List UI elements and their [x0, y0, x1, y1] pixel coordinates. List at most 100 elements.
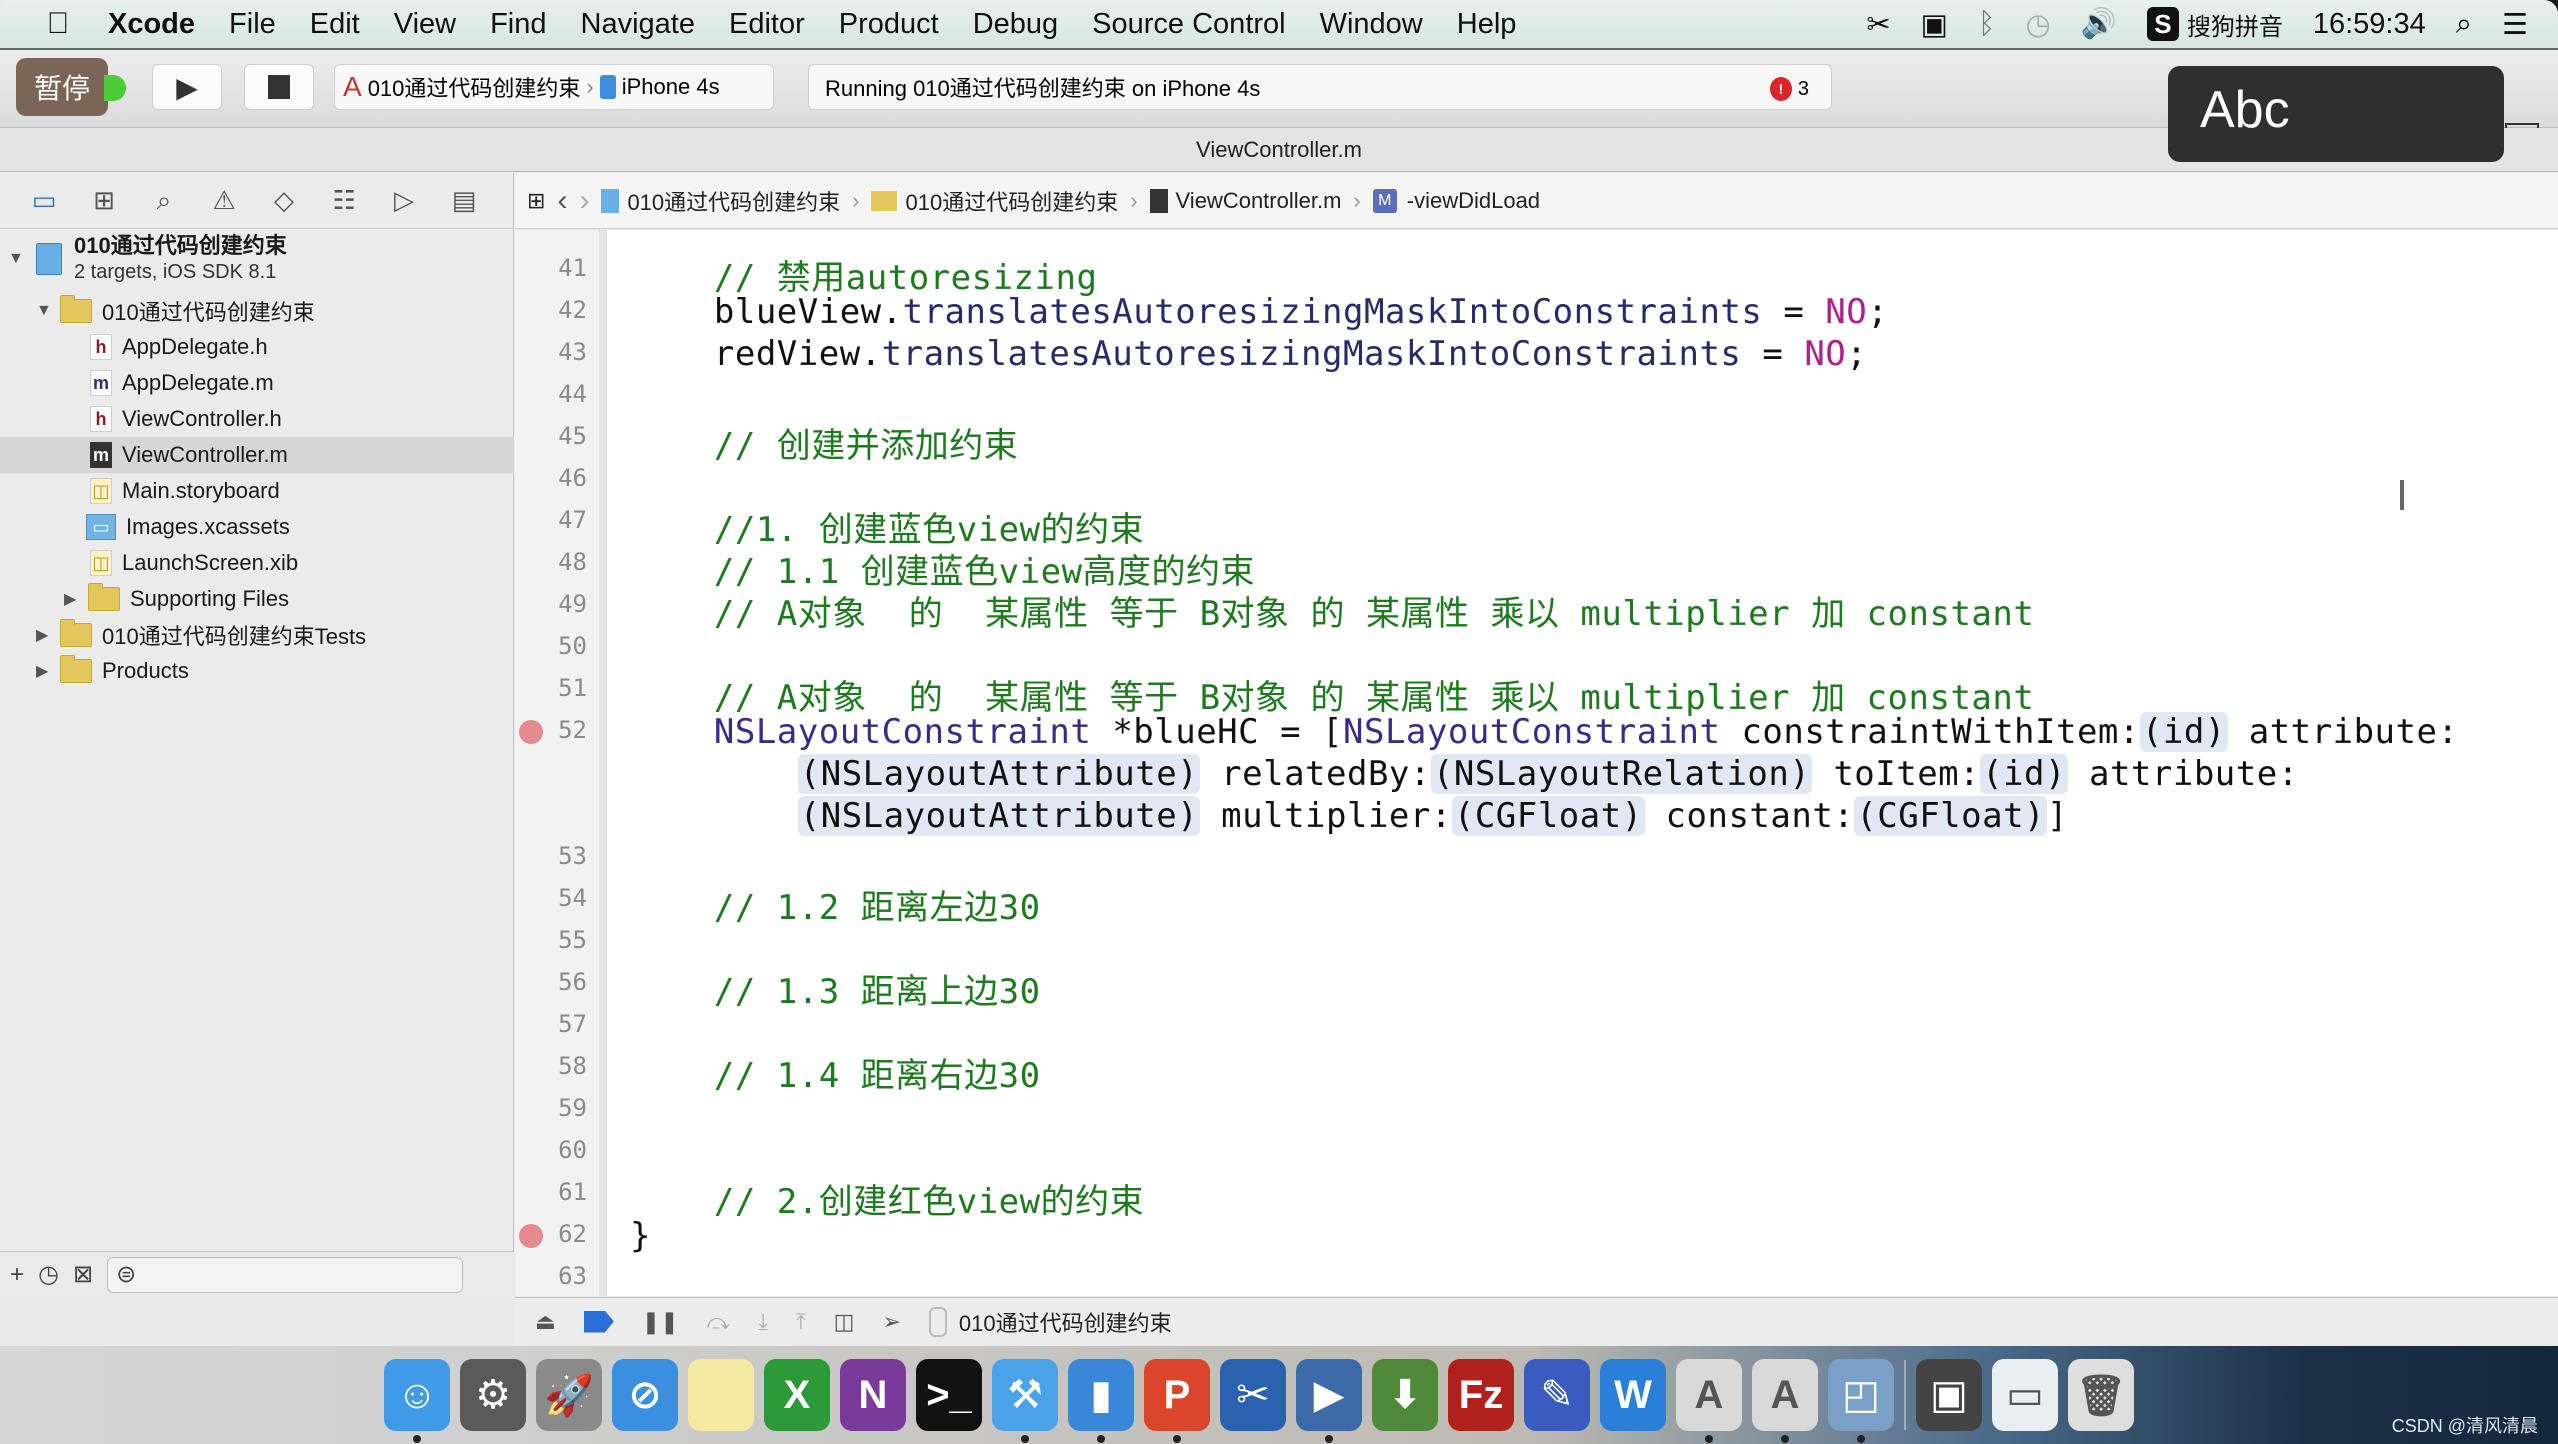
line-number[interactable]: 56 [515, 968, 587, 996]
menu-source-control[interactable]: Source Control [1092, 8, 1285, 41]
line-number[interactable]: 55 [515, 926, 587, 954]
warning-icon[interactable]: ⚠ [208, 185, 240, 217]
line-number[interactable]: 48 [515, 548, 587, 576]
menu-view[interactable]: View [394, 8, 456, 41]
breadcrumb-method[interactable]: M -viewDidLoad [1372, 188, 1540, 214]
code-line[interactable]: // 1.3 距离上边30 [630, 964, 1041, 1013]
input-method-menu[interactable]: S 搜狗拼音 [2146, 7, 2283, 42]
menu-help[interactable]: Help [1457, 8, 1517, 41]
code-line[interactable]: (NSLayoutAttribute) relatedBy:(NSLayoutR… [630, 754, 2299, 794]
menu-debug[interactable]: Debug [973, 8, 1058, 41]
dock-app-pencil[interactable]: ✎ [1524, 1359, 1590, 1431]
pause-icon[interactable]: ❚❚ [642, 1309, 679, 1335]
dock-app-excel[interactable]: X [764, 1359, 830, 1431]
search-icon[interactable]: ⌕ [148, 185, 180, 217]
dock-app-simulator[interactable]: ▮ [1068, 1359, 1134, 1443]
dock-app-system-preferences[interactable]: ⚙ [460, 1359, 526, 1431]
tree-item-products[interactable]: ▶ Products [0, 653, 514, 689]
tree-item-group-main[interactable]: ▼ 010通过代码创建约束 [0, 293, 514, 329]
add-icon[interactable]: + [10, 1261, 24, 1289]
menu-window[interactable]: Window [1320, 8, 1423, 41]
dock-app-instruments[interactable]: A [1676, 1359, 1742, 1443]
disclosure-open-icon[interactable]: ▼ [8, 250, 24, 268]
dock-app-launchpad[interactable]: 🚀 [536, 1359, 602, 1431]
hide-debug-area-icon[interactable]: ⏏ [535, 1309, 556, 1335]
menu-editor[interactable]: Editor [729, 8, 805, 41]
breadcrumb-file[interactable]: ViewController.m [1149, 188, 1341, 214]
line-number[interactable]: 47 [515, 506, 587, 534]
project-row[interactable]: ▼ 010通过代码创建约束 2 targets, iOS SDK 8.1 [0, 229, 514, 289]
line-number-gutter[interactable]: 41 42 43 44 45 46 47 48 49 50 51 52 53 54 55 56 57 58 59 60… [515, 230, 607, 1296]
code-line[interactable]: // 1.4 距离右边30 [630, 1048, 1041, 1097]
tree-item-tests-group[interactable]: ▶ 010通过代码创建约束Tests [0, 617, 514, 653]
menu-edit[interactable]: Edit [310, 8, 360, 41]
tree-item-images-xcassets[interactable]: ▭ Images.xcassets [0, 509, 514, 545]
dock-app-notes[interactable] [688, 1359, 754, 1431]
tree-item-launchscreen-xib[interactable]: ◫ LaunchScreen.xib [0, 545, 514, 581]
source-editor[interactable]: 41 42 43 44 45 46 47 48 49 50 51 52 53 54 55 56 57 58 59 60… [515, 230, 2558, 1296]
volume-icon[interactable]: 🔊 [2081, 7, 2117, 41]
menu-xcode[interactable]: Xcode [108, 8, 195, 41]
tree-item-viewcontroller-h[interactable]: h ViewController.h [0, 401, 514, 437]
run-button[interactable]: ▶ [152, 64, 222, 110]
dock-app-onenote[interactable]: N [840, 1359, 906, 1431]
line-number[interactable]: 51 [515, 674, 587, 702]
line-number[interactable]: 41 [515, 254, 587, 282]
code-line[interactable]: // 2.创建红色view的约束 [630, 1174, 1144, 1223]
related-items-icon[interactable]: ⊞ [527, 188, 545, 214]
dock-app-preview[interactable]: ◰ [1828, 1359, 1894, 1443]
stop-button[interactable] [244, 64, 314, 110]
code-line[interactable]: (NSLayoutAttribute) multiplier:(CGFloat)… [630, 796, 2068, 836]
navigator-filter-input[interactable]: ⊜ [107, 1256, 464, 1293]
bluetooth-icon[interactable]: ᛒ [1978, 8, 1995, 41]
code-line[interactable]: // 1.2 距离左边30 [630, 880, 1041, 929]
notification-center-icon[interactable]: ☰ [2502, 7, 2528, 42]
dock-app-terminal[interactable]: >_ [916, 1359, 982, 1431]
scissors-icon[interactable]: ✂ [1866, 7, 1890, 42]
disclosure-closed-icon[interactable]: ▶ [64, 589, 76, 609]
error-marker-icon[interactable] [519, 1224, 543, 1248]
dock-app-safari[interactable]: ⊘ [612, 1359, 678, 1431]
code-line[interactable]: // A对象 的 某属性 等于 B对象 的 某属性 乘以 multiplier … [630, 586, 2034, 635]
folder-icon[interactable]: ▭ [28, 185, 60, 217]
clock[interactable]: 16:59:34 [2313, 8, 2426, 41]
line-number[interactable]: 53 [515, 842, 587, 870]
dock-app-finder[interactable]: ☺ [384, 1359, 450, 1443]
tree-item-appdelegate-m[interactable]: m AppDelegate.m [0, 365, 514, 401]
line-number[interactable]: 57 [515, 1010, 587, 1038]
location-icon[interactable]: ➢ [882, 1309, 900, 1335]
dock-app-video[interactable]: ▶ [1296, 1359, 1362, 1443]
code-line[interactable]: // 创建并添加约束 [630, 418, 1018, 467]
code-line[interactable]: redView.translatesAutoresizingMaskIntoCo… [630, 334, 1867, 374]
apple-menu-icon[interactable]:  [38, 7, 78, 41]
forward-button[interactable]: › [579, 184, 589, 218]
dock-app-snip[interactable]: ✂ [1220, 1359, 1286, 1431]
code-line[interactable]: } [630, 1216, 651, 1256]
zoom-window-button[interactable] [104, 75, 126, 101]
test-diamond-icon[interactable]: ◇ [268, 185, 300, 217]
code-line[interactable]: blueView.translatesAutoresizingMaskIntoC… [630, 292, 1888, 332]
dock-app-instruments[interactable]: A [1752, 1359, 1818, 1443]
menu-navigate[interactable]: Navigate [581, 8, 695, 41]
recent-files-icon[interactable]: ◷ [38, 1260, 59, 1289]
menu-find[interactable]: Find [490, 8, 546, 41]
breadcrumb-group[interactable]: 010通过代码创建约束 [871, 185, 1118, 217]
disclosure-open-icon[interactable]: ▼ [36, 302, 52, 320]
breakpoint-tag-icon[interactable]: ▷ [388, 185, 420, 217]
error-marker-icon[interactable] [519, 720, 543, 744]
line-number[interactable]: 46 [515, 464, 587, 492]
tree-item-main-storyboard[interactable]: ◫ Main.storyboard [0, 473, 514, 509]
code-line[interactable]: NSLayoutConstraint *blueHC = [NSLayoutCo… [630, 712, 2458, 752]
error-badge[interactable]: ! 3 [1769, 77, 1809, 101]
dock-app-screenshot[interactable]: ▭ [1992, 1359, 2058, 1431]
line-number[interactable]: 44 [515, 380, 587, 408]
dock-app-powerpoint[interactable]: P [1144, 1359, 1210, 1443]
scheme-selector[interactable]: A 010通过代码创建约束 › iPhone 4s [334, 64, 774, 110]
report-bubble-icon[interactable]: ▤ [448, 185, 480, 217]
line-number[interactable]: 58 [515, 1052, 587, 1080]
tree-item-viewcontroller-m[interactable]: m ViewController.m [0, 437, 514, 473]
screen-record-icon[interactable]: ▣ [1921, 7, 1948, 42]
breakpoints-toggle-icon[interactable] [583, 1310, 614, 1333]
spotlight-search-icon[interactable]: ⌕ [2456, 8, 2472, 41]
line-number[interactable]: 61 [515, 1178, 587, 1206]
